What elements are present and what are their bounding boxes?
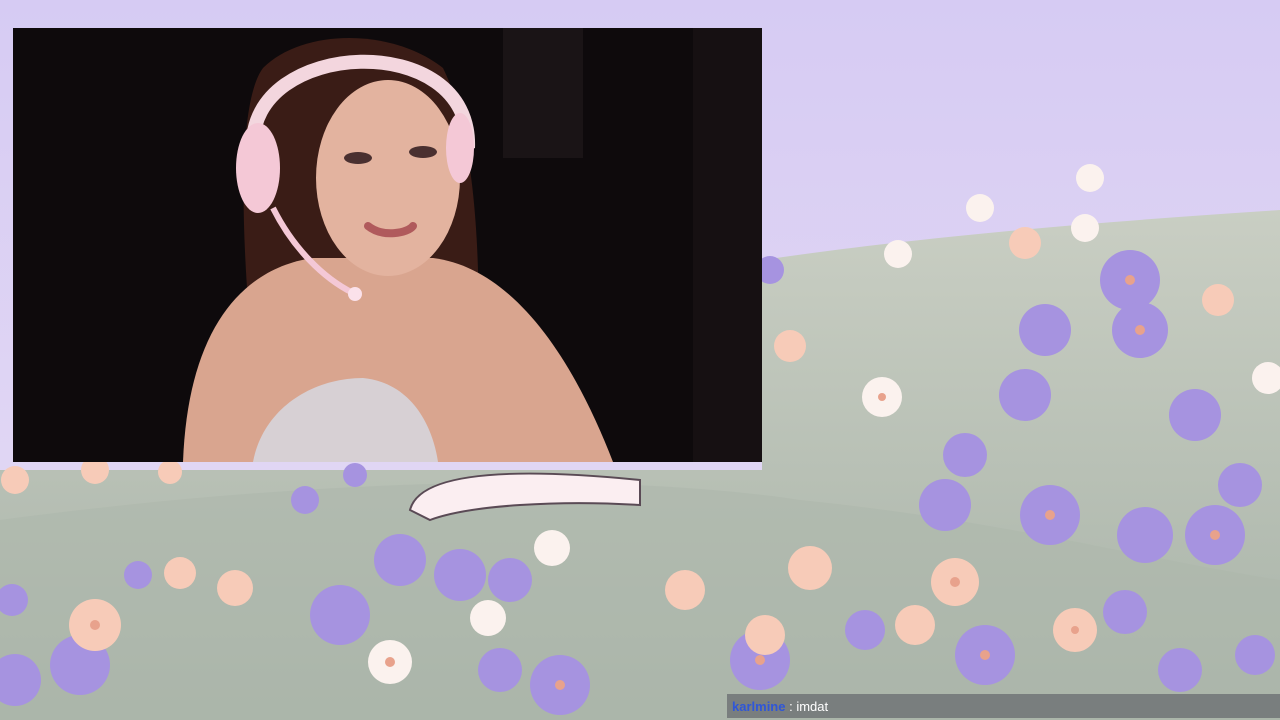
chat-separator: : [785,698,797,714]
webcam-feed [13,28,762,462]
chat-overlay: karlmine : imdat [727,694,1280,718]
chat-username: karlmine [732,698,786,714]
chat-message-text: imdat [796,698,829,714]
